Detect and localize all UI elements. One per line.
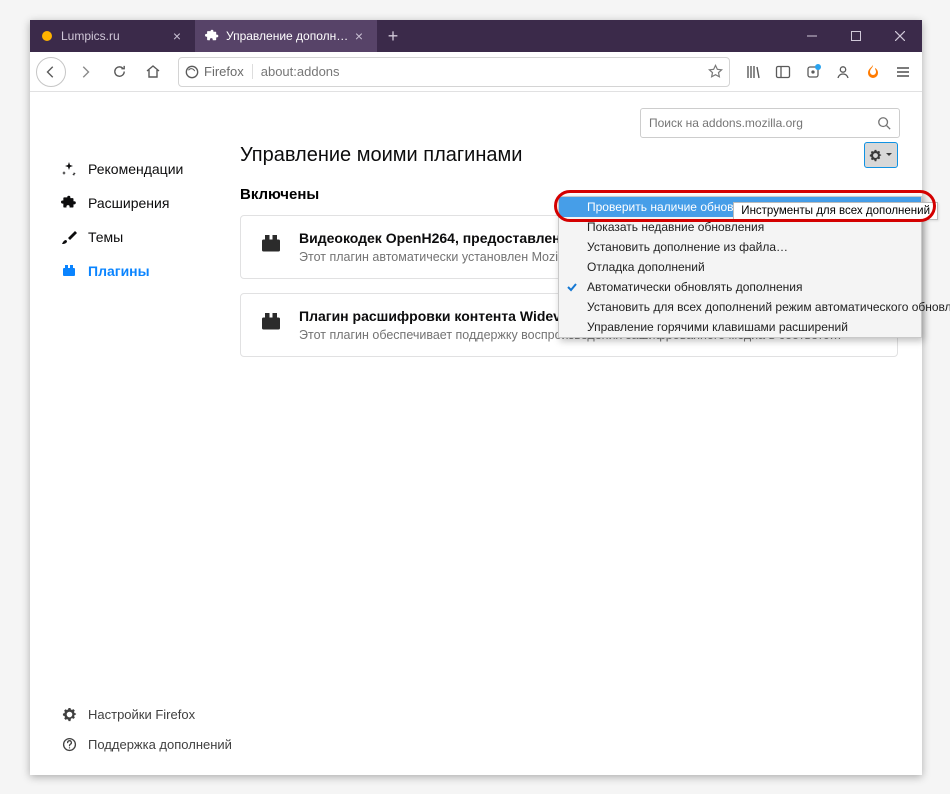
window-controls [790, 20, 922, 52]
sidebar-item-label: Настройки Firefox [88, 707, 195, 722]
page-title: Управление моими плагинами [240, 144, 522, 167]
check-icon [565, 280, 579, 294]
plugin-icon [60, 263, 78, 279]
close-icon[interactable]: × [169, 28, 185, 44]
home-button[interactable] [138, 57, 168, 87]
library-icon[interactable] [740, 59, 766, 85]
close-window-button[interactable] [878, 20, 922, 52]
back-button[interactable] [36, 57, 66, 87]
sidebar-item-support[interactable]: Поддержка дополнений [60, 729, 232, 759]
sidebar-item-extensions[interactable]: Расширения [60, 186, 240, 220]
sidebar-item-label: Расширения [88, 195, 169, 211]
sidebar-item-themes[interactable]: Темы [60, 220, 240, 254]
menu-item-label: Автоматически обновлять дополнения [587, 280, 802, 294]
favicon-lumpics [40, 29, 54, 43]
maximize-button[interactable] [834, 20, 878, 52]
menu-item-auto-update[interactable]: Автоматически обновлять дополнения [559, 277, 921, 297]
forward-button[interactable] [70, 57, 100, 87]
identity-box[interactable]: Firefox [185, 64, 253, 79]
sidebar-icon[interactable] [770, 59, 796, 85]
menu-item-label: Отладка дополнений [587, 260, 705, 274]
bookmark-star-icon[interactable] [708, 64, 723, 79]
tab-lumpics[interactable]: Lumpics.ru × [30, 20, 195, 52]
addon-search-input[interactable] [649, 116, 877, 130]
titlebar: Lumpics.ru × Управление дополнениями × + [30, 20, 922, 52]
search-row [30, 92, 922, 142]
app-menu-button[interactable] [890, 59, 916, 85]
close-icon[interactable]: × [351, 28, 367, 44]
puzzle-icon [60, 195, 78, 211]
url-bar[interactable]: Firefox [178, 57, 730, 87]
gear-icon [869, 149, 882, 162]
gear-icon [60, 707, 78, 722]
address-input[interactable] [261, 64, 708, 79]
page-heading-row: Управление моими плагинами [240, 142, 898, 168]
addons-page: Рекомендации Расширения Темы Плагины Нас… [30, 92, 922, 775]
menu-item-label: Управление горячими клавишами расширений [587, 320, 848, 334]
tooltip: Инструменты для всех дополнений [733, 202, 938, 220]
brush-icon [60, 229, 78, 245]
new-tab-button[interactable]: + [377, 20, 409, 52]
tools-menu-button[interactable] [864, 142, 898, 168]
firefox-icon [185, 65, 199, 79]
nav-toolbar: Firefox [30, 52, 922, 92]
search-icon [877, 116, 891, 130]
menu-item-recent-updates[interactable]: Показать недавние обновления [559, 217, 921, 237]
menu-item-label: Установить для всех дополнений режим авт… [587, 300, 950, 314]
menu-item-debug-addons[interactable]: Отладка дополнений [559, 257, 921, 277]
minimize-button[interactable] [790, 20, 834, 52]
plugin-icon [257, 308, 285, 336]
tab-label: Lumpics.ru [61, 29, 169, 43]
category-sidebar: Рекомендации Расширения Темы Плагины Нас… [30, 152, 240, 775]
sidebar-item-label: Рекомендации [88, 161, 183, 177]
sidebar-item-recommendations[interactable]: Рекомендации [60, 152, 240, 186]
sidebar-item-settings[interactable]: Настройки Firefox [60, 699, 232, 729]
sidebar-item-label: Поддержка дополнений [88, 737, 232, 752]
fire-icon[interactable] [860, 59, 886, 85]
sidebar-item-label: Плагины [88, 263, 150, 279]
whats-new-icon[interactable] [800, 59, 826, 85]
reload-button[interactable] [104, 57, 134, 87]
menu-item-label: Показать недавние обновления [587, 220, 764, 234]
profile-icon[interactable] [830, 59, 856, 85]
tab-label: Управление дополнениями [226, 29, 351, 43]
menu-item-install-from-file[interactable]: Установить дополнение из файла… [559, 237, 921, 257]
question-icon [60, 737, 78, 752]
notification-dot-icon [815, 64, 821, 70]
puzzle-icon [205, 29, 219, 43]
tab-addons[interactable]: Управление дополнениями × [195, 20, 377, 52]
sidebar-item-label: Темы [88, 229, 123, 245]
identity-label: Firefox [204, 64, 244, 79]
sidebar-footer: Настройки Firefox Поддержка дополнений [60, 699, 232, 759]
sparkle-icon [60, 161, 78, 177]
menu-item-manage-shortcuts[interactable]: Управление горячими клавишами расширений [559, 317, 921, 337]
browser-window: Lumpics.ru × Управление дополнениями × + [30, 20, 922, 775]
plugin-icon [257, 230, 285, 258]
sidebar-item-plugins[interactable]: Плагины [60, 254, 240, 288]
addon-search-box[interactable] [640, 108, 900, 138]
menu-item-label: Установить дополнение из файла… [587, 240, 788, 254]
chevron-down-icon [885, 151, 893, 159]
menu-item-reset-auto-update[interactable]: Установить для всех дополнений режим авт… [559, 297, 921, 317]
